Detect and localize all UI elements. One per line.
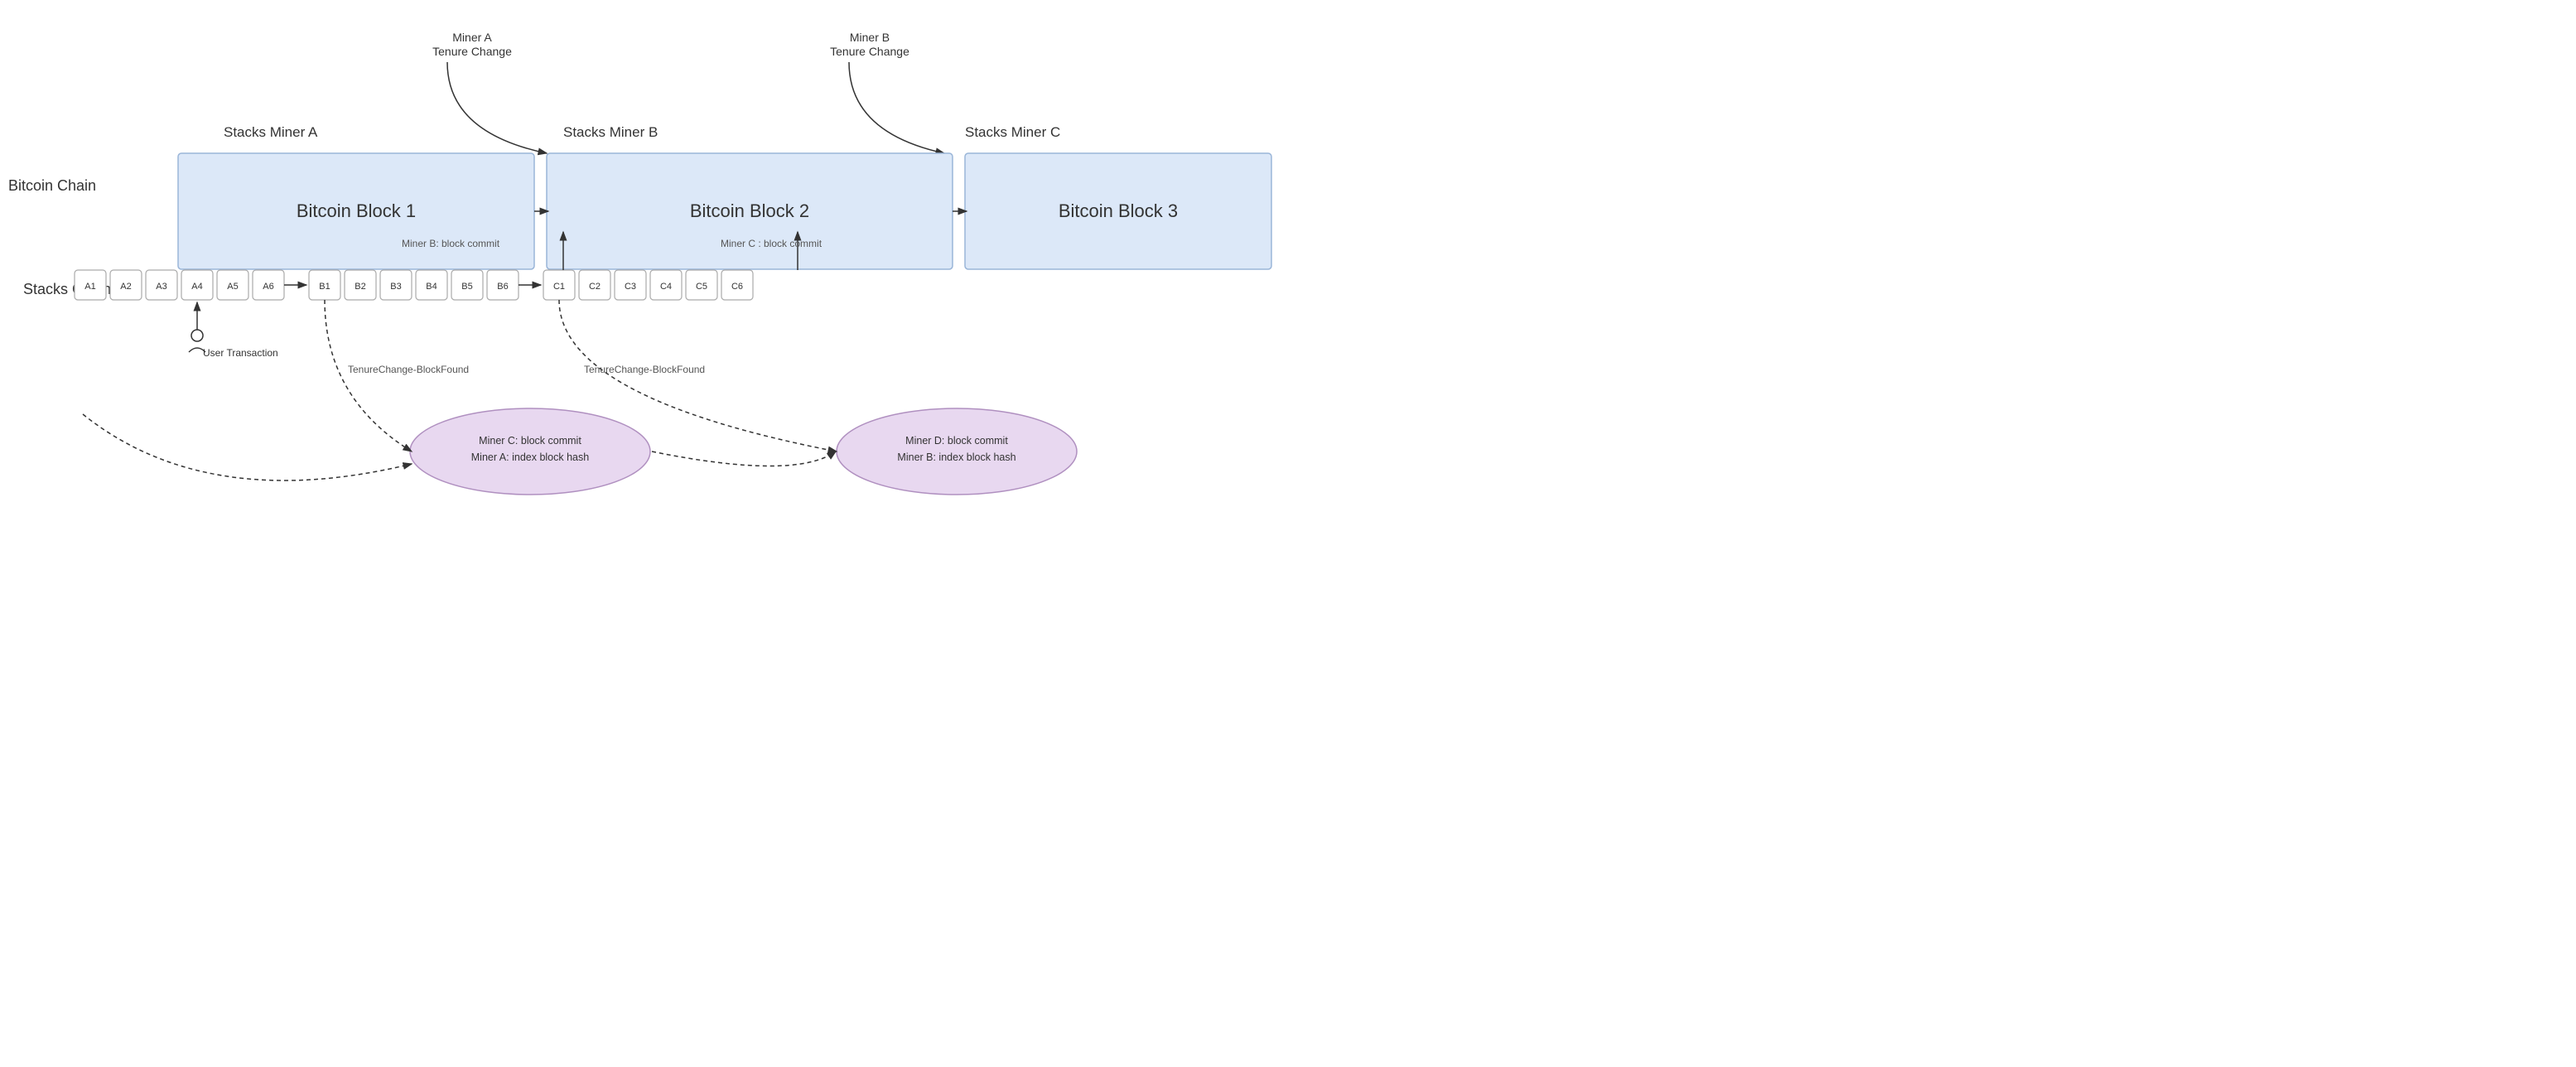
bitcoin-chain-label: Bitcoin Chain xyxy=(8,177,96,194)
ellipse-1-line2: Miner A: index block hash xyxy=(471,451,589,463)
svg-text:A1: A1 xyxy=(84,282,95,292)
user-transaction-label: User Transaction xyxy=(203,347,278,359)
miner-b-label: Stacks Miner B xyxy=(563,124,658,140)
svg-text:C5: C5 xyxy=(696,282,707,292)
svg-text:B5: B5 xyxy=(461,282,472,292)
tenure-change-a-line1: Miner A xyxy=(452,31,492,44)
svg-text:C2: C2 xyxy=(589,282,601,292)
svg-text:C1: C1 xyxy=(553,282,565,292)
svg-text:A2: A2 xyxy=(120,282,131,292)
ellipse-2-line2: Miner B: index block hash xyxy=(897,451,1015,463)
miner-a-label: Stacks Miner A xyxy=(224,124,318,140)
tenure-change-blockfound-2: TenureChange-BlockFound xyxy=(584,364,705,375)
tenure-change-b-line2: Tenure Change xyxy=(830,45,909,58)
svg-text:B2: B2 xyxy=(355,282,365,292)
bitcoin-block-2-label: Bitcoin Block 2 xyxy=(690,200,809,221)
svg-text:A6: A6 xyxy=(263,282,273,292)
bitcoin-block-3-label: Bitcoin Block 3 xyxy=(1059,200,1178,221)
svg-text:C6: C6 xyxy=(731,282,743,292)
miner-b-block-commit-label: Miner B: block commit xyxy=(402,238,500,249)
tenure-change-blockfound-1: TenureChange-BlockFound xyxy=(348,364,469,375)
svg-text:B4: B4 xyxy=(426,282,437,292)
tenure-change-b-line1: Miner B xyxy=(850,31,890,44)
svg-text:A4: A4 xyxy=(191,282,202,292)
svg-text:A5: A5 xyxy=(227,282,238,292)
miner-c-block-commit-label: Miner C : block commit xyxy=(721,238,822,249)
svg-text:A3: A3 xyxy=(156,282,166,292)
ellipse-2-line1: Miner D: block commit xyxy=(905,435,1008,447)
svg-text:B6: B6 xyxy=(497,282,508,292)
bitcoin-block-1-label: Bitcoin Block 1 xyxy=(297,200,416,221)
svg-text:C4: C4 xyxy=(660,282,672,292)
svg-text:B1: B1 xyxy=(319,282,330,292)
ellipse-1-line1: Miner C: block commit xyxy=(479,435,581,447)
svg-text:C3: C3 xyxy=(625,282,636,292)
miner-c-label: Stacks Miner C xyxy=(965,124,1060,140)
tenure-change-a-line2: Tenure Change xyxy=(432,45,512,58)
svg-text:B3: B3 xyxy=(390,282,401,292)
